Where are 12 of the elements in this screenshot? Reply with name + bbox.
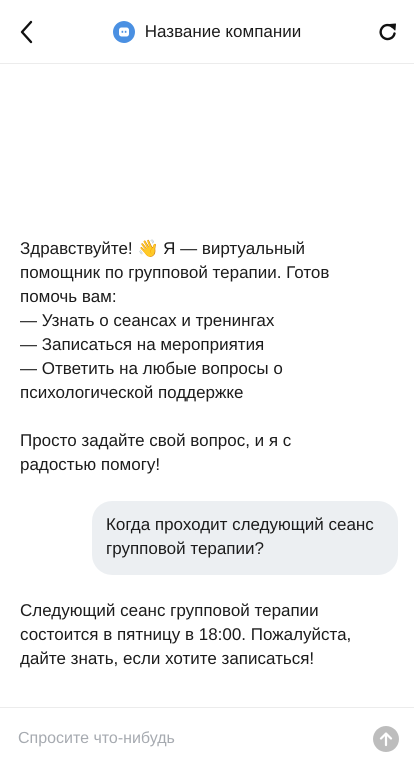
arrow-up-icon [379, 731, 393, 747]
message-text: — Записаться на мероприятия [20, 334, 266, 356]
refresh-icon [376, 20, 399, 42]
message-text: Следующий сеанс групповой терапии состоится в пятницу в 18:00. Пожалуйста, дайте знать, если хотите записаться! [20, 600, 352, 670]
message-bubble: Когда проходит следующий сеанс групповой терапии? [92, 501, 398, 575]
company-name: Название компании [144, 22, 302, 42]
message-text: — Узнать о сеансах и тренингах [20, 310, 276, 332]
bot-icon [112, 20, 135, 42]
message-text: — Ответить на любые вопросы о психологической поддержке [20, 358, 284, 404]
back-icon [19, 20, 33, 44]
message-text: Просто задайте свой вопрос, и я с радостью помогу! [20, 430, 292, 476]
message-text: Здравствуйте! 👋 Я — виртуальный помощник по групповой терапии. Готов помочь вам: [20, 238, 330, 308]
